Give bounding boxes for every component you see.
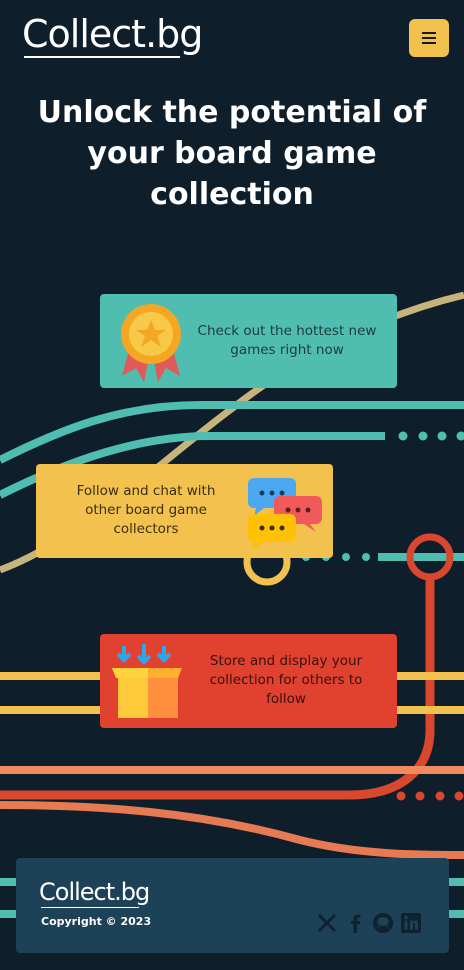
menu-button[interactable] xyxy=(409,19,449,57)
facebook-icon[interactable] xyxy=(344,912,366,934)
box-icon xyxy=(112,644,182,718)
hamburger-menu-icon xyxy=(422,32,436,44)
copyright-text: Copyright © 2023 xyxy=(41,915,152,928)
social-links xyxy=(316,912,422,934)
logo-underline xyxy=(24,56,180,58)
chat-bubbles-icon xyxy=(248,478,322,550)
feature-text: Check out the hottest new games right no… xyxy=(197,323,377,358)
medal-icon xyxy=(121,304,181,382)
linkedin-icon[interactable] xyxy=(400,912,422,934)
footer-logo[interactable]: Collect.bg xyxy=(39,878,150,906)
feature-card-collection[interactable]: Store and display your collection for ot… xyxy=(100,634,397,728)
feature-text: Follow and chat with other board game co… xyxy=(76,483,216,537)
feature-card-hottest-games[interactable]: Check out the hottest new games right no… xyxy=(100,294,397,388)
site-header: Collect.bg xyxy=(0,0,464,80)
site-logo[interactable]: Collect.bg xyxy=(22,12,203,56)
feature-text: Store and display your collection for ot… xyxy=(209,653,363,707)
feature-card-chat[interactable]: Follow and chat with other board game co… xyxy=(36,464,333,558)
github-icon[interactable] xyxy=(372,912,394,934)
site-footer: Collect.bg Copyright © 2023 xyxy=(16,858,449,953)
x-icon[interactable] xyxy=(316,912,338,934)
footer-logo-underline xyxy=(41,907,139,908)
hero-title: Unlock the potential of your board game … xyxy=(37,95,427,212)
